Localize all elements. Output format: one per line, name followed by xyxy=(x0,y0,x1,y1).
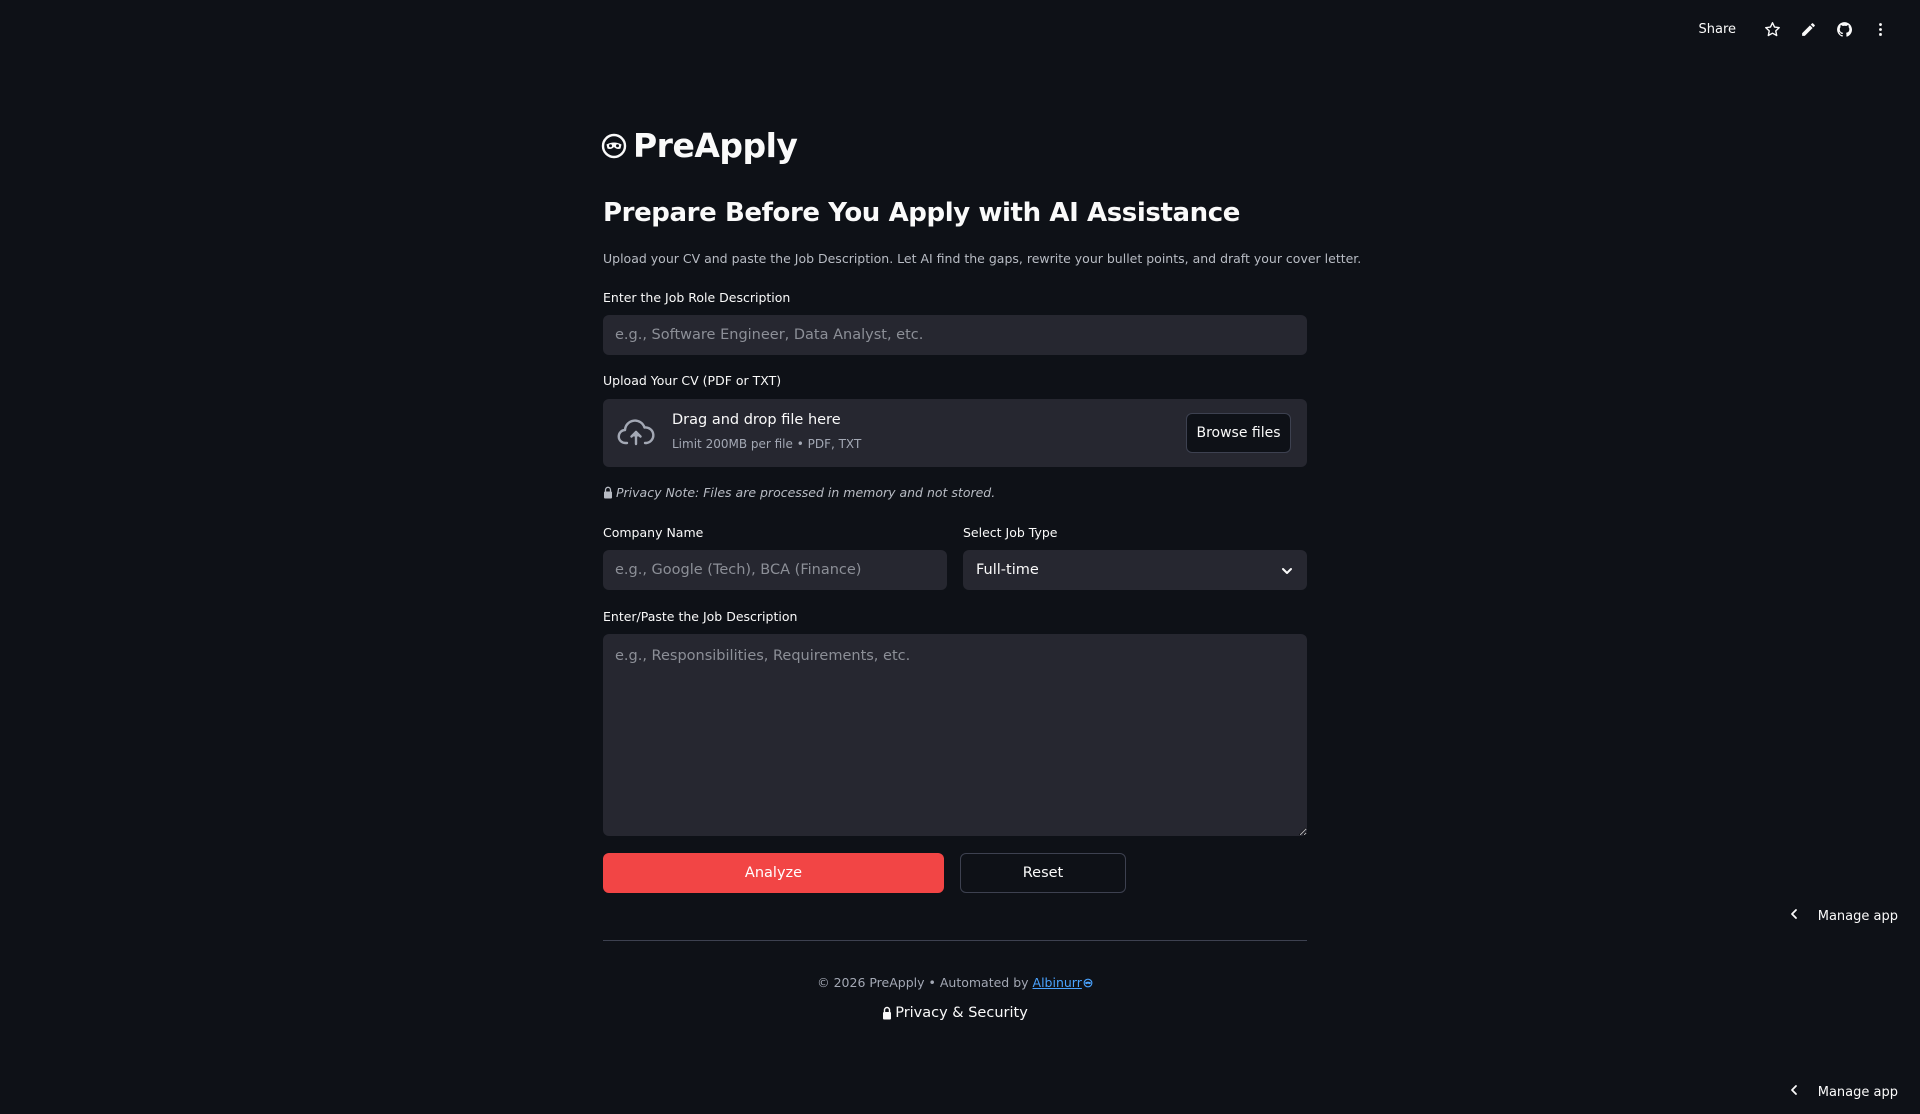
manage-app-button[interactable]: Manage app xyxy=(1788,1084,1898,1100)
app-title: PreApply xyxy=(601,126,798,165)
privacy-security-label: Privacy & Security xyxy=(895,1005,1028,1021)
file-limit-text: Limit 200MB per file • PDF, TXT xyxy=(672,437,862,451)
kebab-menu-icon[interactable] xyxy=(1862,17,1898,41)
job-type-label: Select Job Type xyxy=(963,525,1058,540)
chevron-left-icon xyxy=(1788,908,1800,924)
analyze-button[interactable]: Analyze xyxy=(603,853,944,893)
copyright-text: © 2026 PreApply • Automated by xyxy=(817,975,1029,990)
cv-dropzone[interactable]: Drag and drop file here Limit 200MB per … xyxy=(603,399,1307,467)
reset-button[interactable]: Reset xyxy=(960,853,1126,893)
cv-upload-label: Upload Your CV (PDF or TXT) xyxy=(603,373,782,388)
browse-files-button[interactable]: Browse files xyxy=(1186,413,1291,453)
manage-app-label: Manage app xyxy=(1817,1084,1898,1100)
page-subtitle: Upload your CV and paste the Job Descrip… xyxy=(603,251,1362,266)
mask-logo-icon xyxy=(1082,975,1093,990)
lock-icon xyxy=(882,1006,892,1020)
drag-drop-text: Drag and drop file here xyxy=(672,412,841,428)
github-icon[interactable] xyxy=(1826,17,1862,41)
job-description-label: Enter/Paste the Job Description xyxy=(603,609,798,624)
cloud-upload-icon xyxy=(617,416,655,450)
share-button[interactable]: Share xyxy=(1698,22,1736,37)
privacy-security-link[interactable]: Privacy & Security xyxy=(603,1005,1307,1021)
mask-logo-icon xyxy=(601,133,627,159)
footer-divider xyxy=(603,940,1307,941)
job-type-select[interactable]: Full-time xyxy=(963,550,1307,590)
author-link[interactable]: Albinurr xyxy=(1033,975,1093,990)
job-type-selected-value: Full-time xyxy=(976,562,1039,578)
footer-credits: © 2026 PreApply • Automated by Albinurr xyxy=(603,975,1307,990)
chevron-left-icon xyxy=(1788,1084,1800,1100)
pencil-icon[interactable] xyxy=(1790,17,1826,41)
privacy-note-text: Privacy Note: Files are processed in mem… xyxy=(616,485,996,500)
company-name-label: Company Name xyxy=(603,525,704,540)
job-role-label: Enter the Job Role Description xyxy=(603,290,791,305)
top-toolbar: Share xyxy=(1698,17,1898,41)
page-headline: Prepare Before You Apply with AI Assista… xyxy=(603,198,1240,228)
manage-app-label: Manage app xyxy=(1817,908,1898,924)
star-icon[interactable] xyxy=(1754,17,1790,41)
manage-app-button[interactable]: Manage app xyxy=(1788,908,1898,924)
job-description-textarea[interactable] xyxy=(603,634,1307,836)
privacy-note: Privacy Note: Files are processed in mem… xyxy=(603,485,995,500)
app-name: PreApply xyxy=(633,126,798,165)
company-name-input[interactable] xyxy=(603,550,947,590)
chevron-down-icon xyxy=(1280,563,1294,577)
lock-icon xyxy=(603,486,613,499)
job-role-input[interactable] xyxy=(603,315,1307,355)
